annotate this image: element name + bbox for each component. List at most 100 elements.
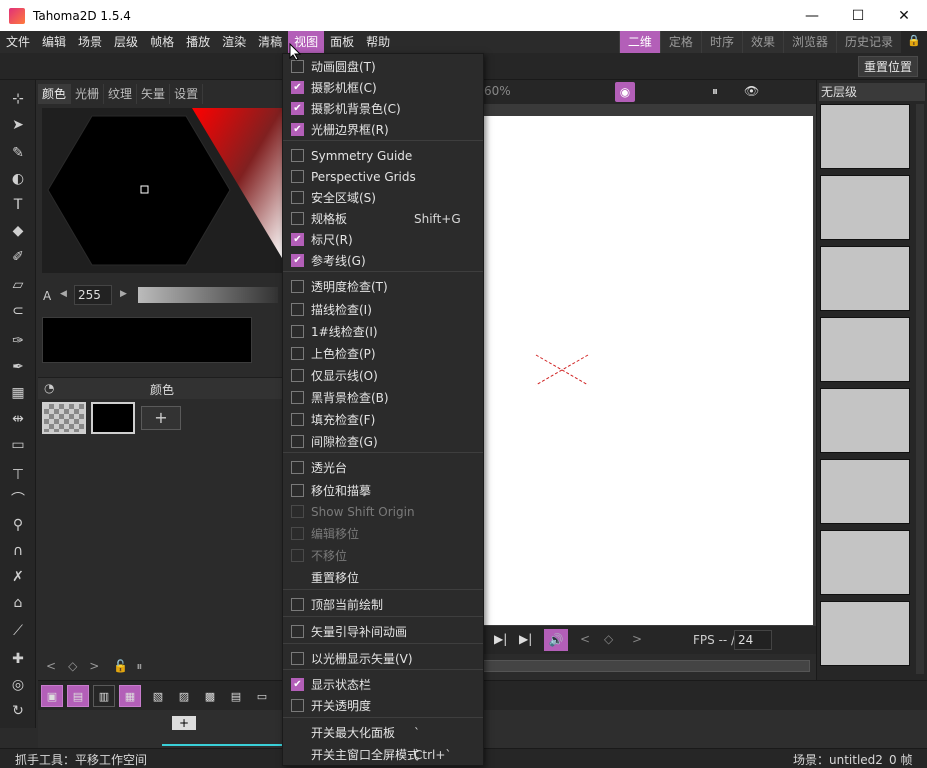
view-menu-item[interactable]: 编辑移位 [283,523,483,544]
level-frame[interactable] [820,246,910,311]
view-menu-item[interactable]: 开关最大化面板 ` [283,722,483,743]
view-menu-item[interactable]: 以光栅显示矢量(V) [283,648,483,669]
blender-tool-icon[interactable]: ✚ [7,648,29,670]
view-menu-item[interactable]: Show Shift Origin [283,501,483,522]
paint-brush-tool-icon[interactable]: ✐ [7,246,29,268]
pause-icon[interactable]: ⏸ [136,659,142,674]
view-menu-item[interactable]: 顶部当前绘制 [283,594,483,615]
view-menu-item[interactable]: 规格板 Shift+G [283,208,483,229]
cutter-tool-icon[interactable]: ⟋ [7,620,29,642]
menu-0[interactable]: 文件 [0,31,36,53]
eye-icon[interactable]: 👁 [744,84,759,98]
folder-image-icon[interactable]: ▨ [173,685,195,707]
style-tab-1[interactable]: 光栅 [71,84,105,104]
level-frame[interactable] [820,530,910,595]
view-menu-item[interactable]: 动画圆盘(T) [283,56,483,77]
image-icon[interactable]: ▧ [147,685,169,707]
lock-icon[interactable]: 🔒 [907,34,923,50]
tape-tool-icon[interactable]: ⊂ [7,300,29,322]
reset-position-button[interactable]: 重置位置 [857,56,918,77]
view-menu-item[interactable]: 矢量引导补间动画 [283,621,483,642]
view-menu-item[interactable]: 仅显示线(O) [283,365,483,386]
style-tab-0[interactable]: 颜色 [38,84,72,104]
room-tab-4[interactable]: 浏览器 [782,31,836,53]
lock-palette-icon[interactable]: 🔓 [113,659,128,673]
viewer-frame-slider[interactable] [482,654,816,680]
sound-icon[interactable]: 🔊 [544,629,568,651]
zoom-tool-icon[interactable]: ◎ [7,674,29,696]
room-tab-1[interactable]: 定格 [659,31,701,53]
view-menu-item[interactable]: 间隙检查(G) [283,431,483,452]
prev-icon[interactable]: < [46,659,56,673]
add-style-button[interactable]: + [141,406,181,430]
room-tab-5[interactable]: 历史记录 [835,31,901,53]
tracker-tool-icon[interactable]: ⚲ [7,514,29,536]
palette-chip-transparent[interactable] [42,402,86,434]
brush-tool-icon[interactable]: ✎ [7,142,29,164]
rgb-picker-tool-icon[interactable]: ✒ [7,356,29,378]
view-menu-item[interactable]: 描线检查(I) [283,299,483,320]
room-tab-0[interactable]: 二维 [618,31,660,53]
view-menu-item[interactable]: 重置移位 [283,567,483,588]
iron-tool-icon[interactable]: ⌂ [7,592,29,614]
view-menu-item[interactable]: 移位和描摹 [283,480,483,501]
type-tool-icon[interactable]: T [7,194,29,216]
control-point-editor-icon[interactable]: ▦ [7,382,29,404]
magnet-tool-icon[interactable]: ∩ [7,540,29,562]
flip-tool-icon[interactable]: ⇹ [7,408,29,430]
room-tab-2[interactable]: 时序 [700,31,742,53]
next-icon[interactable]: > [89,659,99,673]
level-name[interactable]: 无层级 [819,83,925,101]
style-tab-3[interactable]: 矢量 [137,84,171,104]
menu-2[interactable]: 场景 [72,31,108,53]
view-menu-item[interactable]: 1#线检查(I) [283,321,483,342]
play-icon[interactable]: ▶| [494,632,507,646]
alpha-increase-icon[interactable]: ▶ [120,289,127,299]
bender-tool-icon[interactable]: ✗ [7,566,29,588]
view-menu-item[interactable]: ✔ 光栅边界框(R) [283,119,483,140]
pause-view-icon[interactable]: ⏸ [712,84,718,99]
room-tab-3[interactable]: 效果 [741,31,783,53]
alpha-decrease-icon[interactable]: ◀ [60,289,67,299]
eraser-tool-icon[interactable]: ▱ [7,274,29,296]
menu-3[interactable]: 层级 [108,31,144,53]
level-frame[interactable] [820,317,910,382]
ruler-tool-icon[interactable]: ▭ [7,434,29,456]
view-menu-item[interactable]: ✔ 参考线(G) [283,250,483,271]
view-menu-item[interactable]: 透明度检查(T) [283,276,483,297]
level-frame[interactable] [820,104,910,169]
folder-icon[interactable]: ▭ [251,685,273,707]
color-wheel[interactable] [42,108,282,273]
view-menu-item[interactable]: ✔ 摄影机框(C) [283,77,483,98]
selection-tool-icon[interactable]: ➤ [7,114,29,136]
style-tab-2[interactable]: 纹理 [104,84,138,104]
level-frame[interactable] [820,388,910,453]
view-menu-item[interactable]: 开关主窗口全屏模式 Ctrl+` [283,744,483,765]
alpha-slider[interactable] [138,287,278,303]
view-menu-item[interactable]: 上色检查(P) [283,343,483,364]
camera-toggle-icon[interactable]: ▦ [119,685,141,707]
menu-4[interactable]: 帧格 [144,31,180,53]
close-button[interactable]: ✕ [881,0,927,31]
level-frame[interactable] [820,459,910,524]
view-menu-item[interactable]: 黑背景检查(B) [283,387,483,408]
view-menu-item[interactable]: 开关透明度 [283,695,483,716]
level-frame[interactable] [820,175,910,240]
view-menu-item[interactable]: ✔ 显示状态栏 [283,674,483,695]
camera-canvas[interactable] [484,116,813,625]
style-picker-tool-icon[interactable]: ✑ [7,330,29,352]
picture-icon[interactable]: ▩ [199,685,221,707]
view-menu-item[interactable]: 填充检查(F) [283,409,483,430]
hook-tool-icon[interactable]: ⌒ [7,488,29,510]
view-menu-item[interactable]: Symmetry Guide [283,145,483,166]
add-column-icon[interactable]: + [172,716,196,730]
maximize-button[interactable]: ☐ [835,0,881,31]
fps-input[interactable]: 24 [734,630,772,650]
skeleton-tool-icon[interactable]: ⊤ [7,464,29,486]
animate-tool-icon[interactable]: ⊹ [7,88,29,110]
view-menu-item[interactable]: 安全区域(S) [283,187,483,208]
palette-chip-black[interactable] [91,402,135,434]
next-key-icon[interactable]: > [632,632,642,646]
prev-key-icon[interactable]: < [580,632,590,646]
menu-1[interactable]: 编辑 [36,31,72,53]
